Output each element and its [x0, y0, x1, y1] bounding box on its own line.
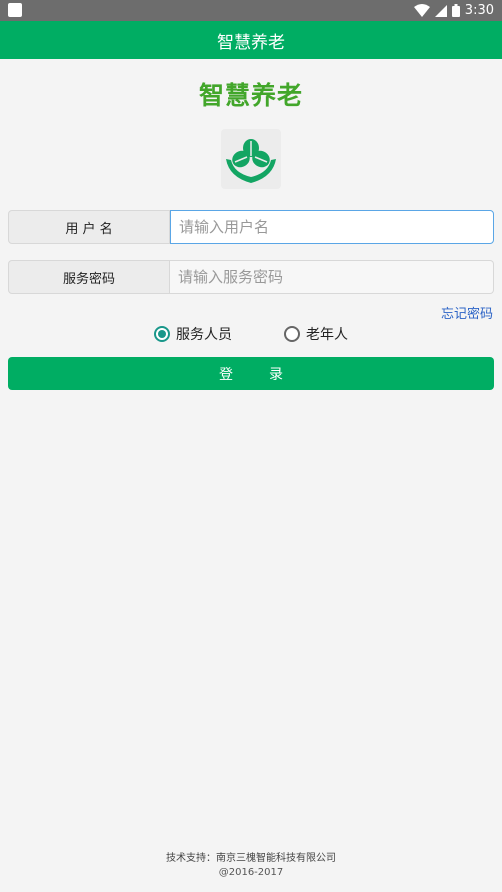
wifi-icon: [413, 4, 430, 17]
username-label: 用 户 名: [8, 210, 170, 244]
login-button[interactable]: 登录: [8, 357, 494, 390]
status-time: 3:30: [464, 3, 494, 18]
status-bar: 3:30: [0, 0, 502, 21]
app-bar-title: 智慧养老: [217, 32, 285, 53]
password-input[interactable]: [170, 260, 494, 294]
role-radio-staff[interactable]: 服务人员: [154, 324, 232, 344]
role-radio-group: 服务人员 老年人: [0, 324, 502, 344]
leaves-in-hands-icon: [226, 139, 276, 183]
role-radio-staff-label: 服务人员: [176, 327, 232, 343]
notification-icon: [8, 3, 22, 17]
role-radio-elder-label: 老年人: [306, 327, 348, 343]
username-row: 用 户 名: [8, 210, 494, 244]
forgot-password-link[interactable]: 忘记密码: [441, 303, 493, 322]
password-row: 服务密码: [8, 260, 494, 294]
radio-unchecked-icon: [284, 326, 300, 342]
status-icons: 3:30: [413, 0, 494, 21]
app-bar: 智慧养老: [0, 21, 502, 59]
battery-icon: [451, 4, 460, 17]
footer-copyright: @2016-2017: [218, 867, 284, 878]
username-input[interactable]: [170, 210, 494, 244]
app-logo: [221, 129, 281, 189]
brand-title: 智慧养老: [198, 81, 303, 110]
role-radio-elder[interactable]: 老年人: [284, 324, 348, 344]
password-label: 服务密码: [8, 260, 170, 294]
footer-support: 技术支持：南京三槐智能科技有限公司: [166, 853, 336, 864]
radio-checked-icon: [154, 326, 170, 342]
cell-signal-icon: [434, 4, 447, 17]
